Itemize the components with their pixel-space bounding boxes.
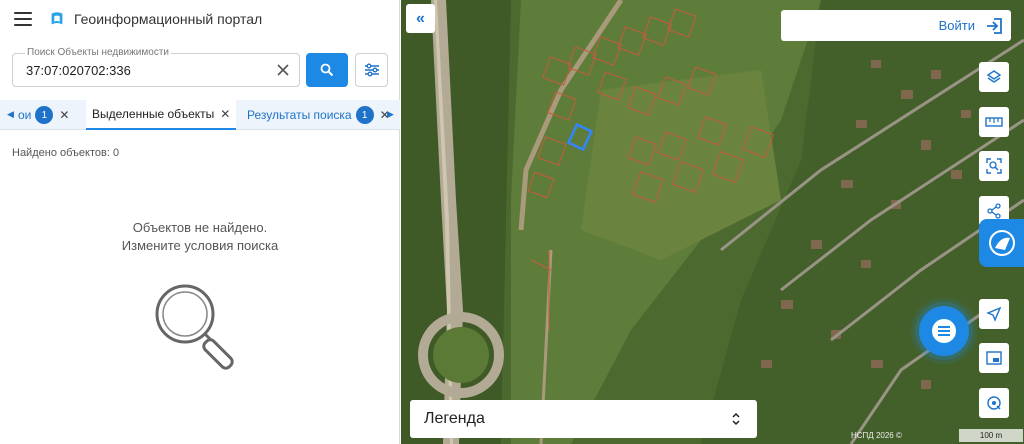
ruler-icon xyxy=(985,117,1003,127)
chat-button[interactable] xyxy=(919,306,969,356)
found-count: Найдено объектов: 0 xyxy=(12,147,120,159)
tabs-bar: ◀ ои 1 ✕ Выделенные объекты ✕ Результаты… xyxy=(0,100,400,130)
scale-label: 100 m xyxy=(979,431,1003,440)
location-button[interactable] xyxy=(979,388,1009,418)
picture-in-picture-icon xyxy=(986,351,1002,365)
picture-in-picture-button[interactable] xyxy=(979,343,1009,373)
tab-label: Результаты поиска xyxy=(247,108,352,122)
filter-button[interactable] xyxy=(355,53,388,87)
tab-search-results[interactable]: Результаты поиска 1 ✕ xyxy=(247,100,390,130)
tab-label: Выделенные объекты xyxy=(92,107,215,121)
login-arrow-icon xyxy=(987,17,1002,34)
map-view[interactable]: « Войти Легенда НСПД 2026 © 100 m xyxy=(401,0,1024,444)
search-label: Поиск Объекты недвижимости xyxy=(25,47,171,58)
map-attribution: НСПД 2026 © xyxy=(851,431,902,440)
layers-button[interactable] xyxy=(979,62,1009,92)
brand-button[interactable] xyxy=(979,219,1024,267)
tab-badge: 1 xyxy=(35,106,54,124)
top-bar: Геоинформационный портал xyxy=(0,0,399,38)
search-row: Поиск Объекты недвижимости xyxy=(12,47,388,87)
search-input[interactable] xyxy=(26,63,266,78)
empty-search-icon xyxy=(155,284,234,370)
tab-selected-objects[interactable]: Выделенные объекты ✕ xyxy=(86,100,237,130)
filter-sliders-icon xyxy=(364,63,379,77)
search-field[interactable]: Поиск Объекты недвижимости xyxy=(12,47,300,87)
search-button[interactable] xyxy=(306,53,348,87)
select-area-button[interactable] xyxy=(979,151,1009,181)
navigate-button[interactable] xyxy=(979,299,1009,329)
layers-icon xyxy=(986,70,1002,83)
tab-previous[interactable]: ои 1 ✕ xyxy=(18,100,69,130)
empty-message-line1: Объектов не найдено. xyxy=(132,220,268,235)
tab-scroll-right-icon[interactable]: ▶ xyxy=(387,109,394,120)
measure-button[interactable] xyxy=(979,107,1009,137)
tab-scroll-left-icon[interactable]: ◀ xyxy=(7,109,14,120)
legend-label: Легенда xyxy=(424,410,485,427)
close-icon[interactable] xyxy=(275,62,291,78)
search-icon xyxy=(320,63,334,77)
empty-message: Объектов не найдено. Измените условия по… xyxy=(0,219,400,255)
chevron-up-down-icon xyxy=(732,412,740,426)
select-area-icon xyxy=(986,158,1002,174)
app-title: Геоинформационный портал xyxy=(74,11,263,27)
map-scale: 100 m xyxy=(959,429,1023,442)
tab-close-icon[interactable]: ✕ xyxy=(220,107,230,121)
double-chevron-left-icon: « xyxy=(416,9,425,27)
satellite-map[interactable] xyxy=(401,0,1024,444)
legend-bar[interactable]: Легенда xyxy=(410,400,757,438)
location-pin-icon xyxy=(987,396,1001,410)
brand-logo-icon xyxy=(988,230,1015,256)
portal-logo-icon xyxy=(51,12,63,25)
login-label: Войти xyxy=(938,18,975,33)
tab-label: ои xyxy=(18,108,32,122)
empty-message-line2: Измените условия поиска xyxy=(121,238,279,253)
login-button[interactable]: Войти xyxy=(781,10,1011,41)
navigation-arrow-icon xyxy=(986,306,1002,322)
share-icon xyxy=(987,203,1001,219)
tab-badge: 1 xyxy=(355,106,374,124)
chat-icon xyxy=(932,319,956,343)
tab-close-icon[interactable]: ✕ xyxy=(59,108,69,122)
side-panel: Геоинформационный портал Поиск Объекты н… xyxy=(0,0,400,444)
hamburger-menu-icon[interactable] xyxy=(14,12,32,26)
collapse-panel-button[interactable]: « xyxy=(406,4,435,33)
